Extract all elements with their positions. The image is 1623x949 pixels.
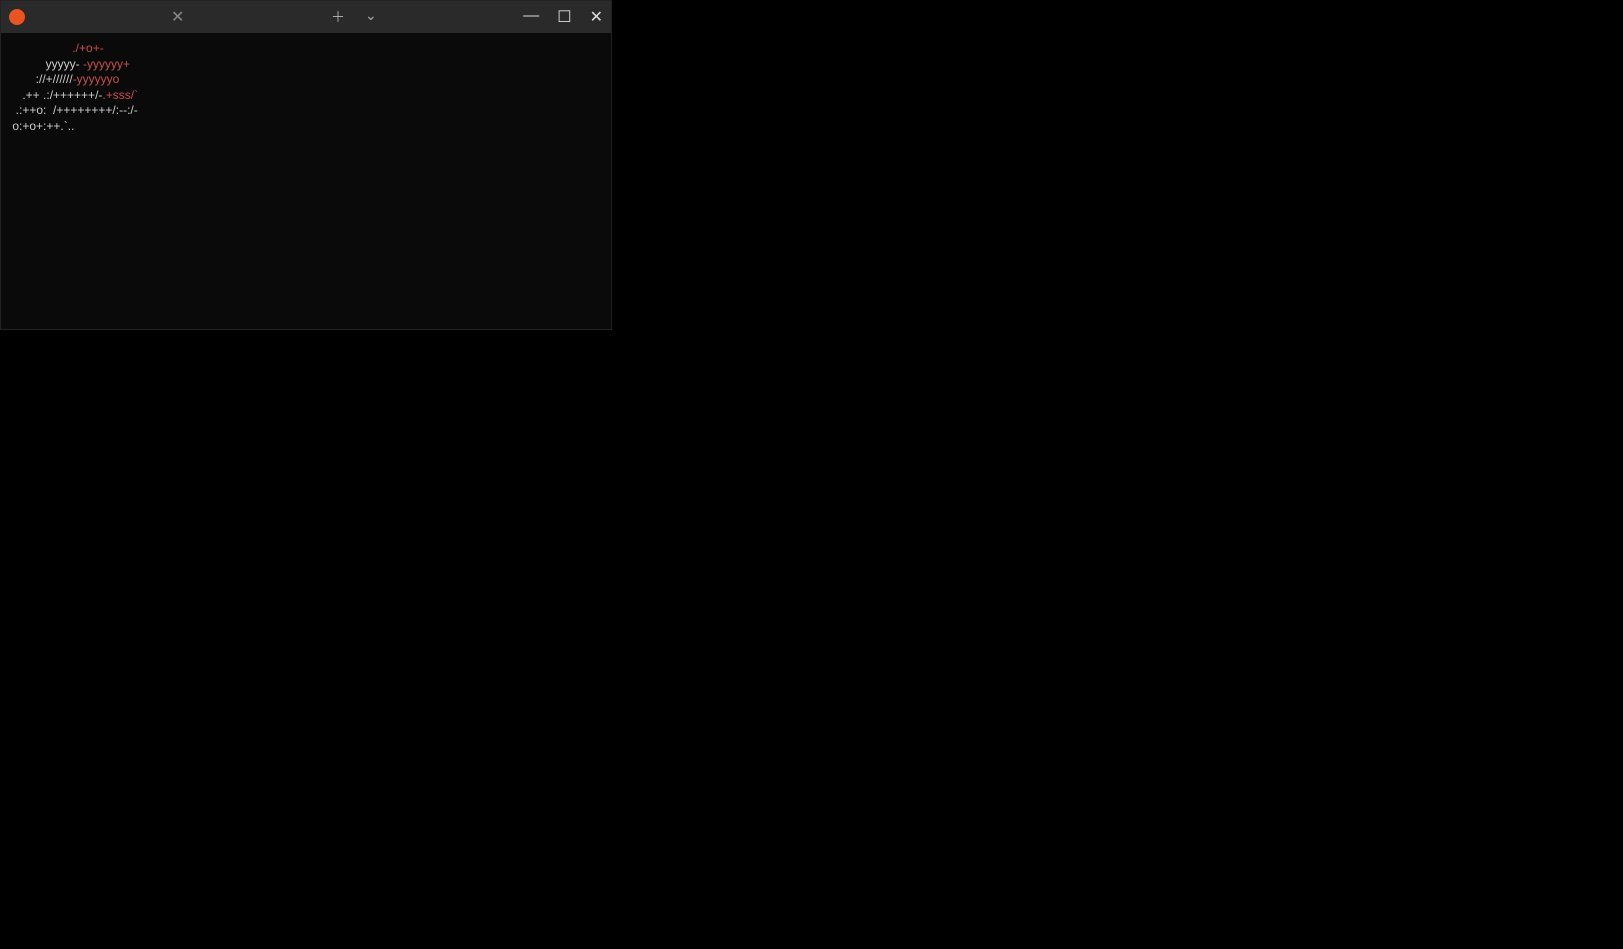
ubuntu-ascii-art: ./+o+- yyyyy- -yyyyyy+ ://+//////-yyyyyy… bbox=[9, 41, 603, 135]
ubuntu-terminal[interactable]: ✕ ＋ ⌄ — ☐ ✕ ./+o+- yyyyy- -yyyyyy+ ://+/… bbox=[0, 0, 612, 330]
ubuntu-logo-icon bbox=[9, 9, 25, 25]
tab-dropdown-icon[interactable]: ⌄ bbox=[365, 7, 377, 27]
ubuntu-titlebar: ✕ ＋ ⌄ — ☐ ✕ bbox=[1, 1, 611, 33]
minimize-icon[interactable]: — bbox=[523, 7, 539, 27]
new-tab-icon[interactable]: ＋ bbox=[331, 7, 345, 27]
ubuntu-terminal-body[interactable]: ./+o+- yyyyy- -yyyyyy+ ://+//////-yyyyyy… bbox=[1, 33, 611, 143]
tab-close-icon[interactable]: ✕ bbox=[171, 7, 184, 27]
maximize-icon[interactable]: ☐ bbox=[557, 7, 571, 27]
close-icon[interactable]: ✕ bbox=[590, 7, 603, 27]
